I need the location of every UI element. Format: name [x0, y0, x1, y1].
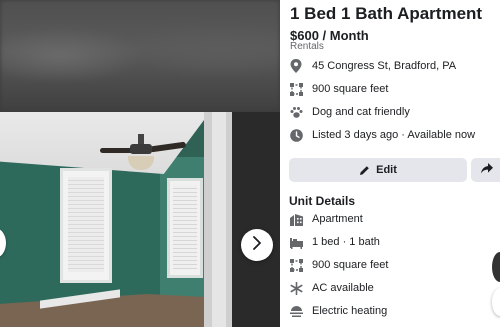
listing-details-panel: 1 Bed 1 Bath Apartment $600 / Month Rent… — [280, 0, 500, 327]
pencil-icon — [359, 165, 370, 176]
unit-area-text: 900 square feet — [312, 259, 389, 271]
unit-rooms-text: 1 bed · 1 bath — [312, 236, 380, 248]
unit-area: 900 square feet — [289, 256, 388, 274]
building-icon — [289, 212, 303, 226]
detail-location-text[interactable]: 45 Congress St, Bradford, PA — [312, 60, 456, 72]
unit-type-text: Apartment — [312, 213, 363, 225]
area-icon — [289, 258, 303, 272]
photo-door-frame — [204, 112, 280, 327]
floating-control-dark[interactable] — [492, 252, 500, 282]
area-icon — [289, 82, 303, 96]
photo-viewer — [0, 0, 280, 327]
unit-heating-text: Electric heating — [312, 305, 388, 317]
detail-pets-text: Dog and cat friendly — [312, 106, 410, 118]
unit-ac: AC available — [289, 279, 374, 297]
paw-icon — [289, 105, 303, 119]
listing-title: 1 Bed 1 Bath Apartment — [290, 4, 483, 23]
edit-button-label: Edit — [376, 164, 397, 176]
detail-listed: Listed 3 days ago · Available now — [289, 126, 475, 144]
photo-window-right — [167, 178, 203, 278]
share-button[interactable] — [471, 158, 500, 182]
blurred-photo-area — [0, 0, 280, 112]
heating-icon — [289, 304, 303, 318]
unit-rooms: 1 bed · 1 bath — [289, 233, 380, 251]
snowflake-icon — [289, 281, 303, 295]
chevron-right-icon — [251, 235, 263, 255]
detail-area: 900 square feet — [289, 80, 388, 98]
photo-ceiling-fan — [100, 134, 190, 174]
unit-heating: Electric heating — [289, 302, 387, 320]
edit-button[interactable]: Edit — [289, 158, 467, 182]
bed-bath-icon — [289, 235, 303, 249]
detail-pets: Dog and cat friendly — [289, 103, 410, 121]
unit-ac-text: AC available — [312, 282, 374, 294]
detail-location: 45 Congress St, Bradford, PA — [289, 57, 456, 75]
unit-details-heading: Unit Details — [289, 194, 356, 208]
share-arrow-icon — [481, 161, 493, 179]
next-photo-button[interactable] — [241, 229, 273, 261]
listing-photo — [0, 112, 280, 327]
clock-icon — [289, 128, 303, 142]
photo-window-left — [60, 168, 112, 283]
unit-type: Apartment — [289, 210, 363, 228]
detail-area-text: 900 square feet — [312, 83, 389, 95]
detail-listed-text: Listed 3 days ago · Available now — [312, 129, 476, 141]
floating-control-white[interactable] — [492, 288, 500, 316]
location-pin-icon — [289, 59, 303, 73]
listing-category[interactable]: Rentals — [290, 41, 324, 52]
